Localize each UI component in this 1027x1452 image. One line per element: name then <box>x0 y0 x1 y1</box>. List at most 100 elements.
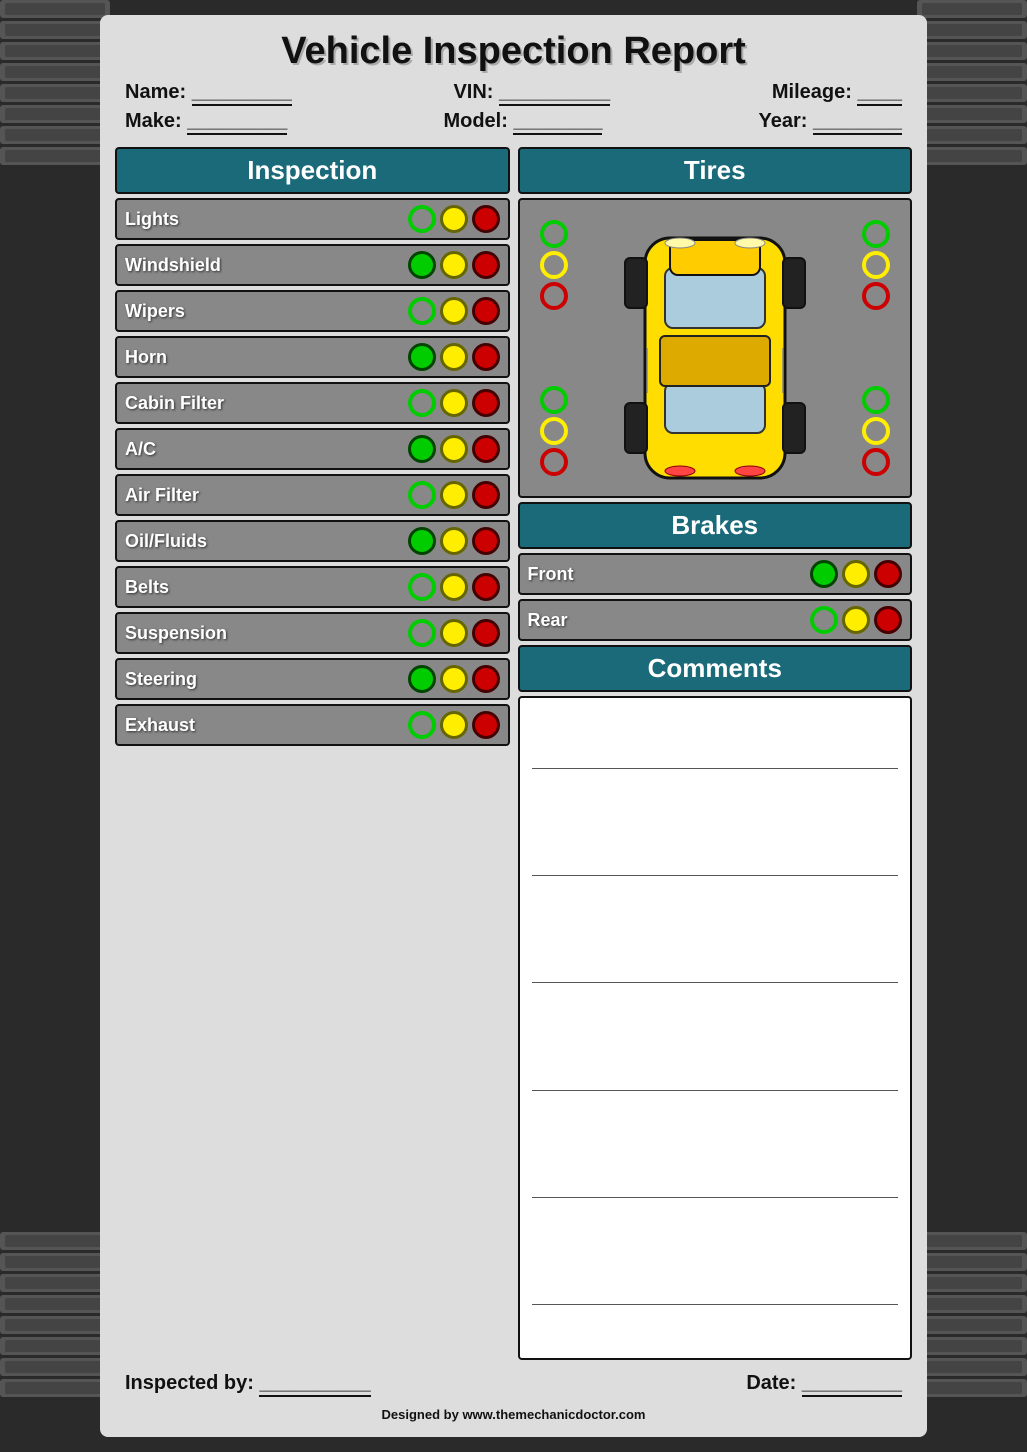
brakes-front-row: Front <box>518 553 913 595</box>
inspection-label-2: Wipers <box>125 301 185 322</box>
inspection-circle-11-1[interactable] <box>440 711 468 739</box>
inspection-circle-10-1[interactable] <box>440 665 468 693</box>
tread-left-bottom <box>0 1232 110 1452</box>
inspection-label-11: Exhaust <box>125 715 195 736</box>
inspection-row-2: Wipers <box>115 290 510 332</box>
inspection-circle-1-2[interactable] <box>472 251 500 279</box>
year-label: Year: <box>759 110 808 132</box>
inspection-circle-0-1[interactable] <box>440 205 468 233</box>
inspection-circle-6-1[interactable] <box>440 481 468 509</box>
inspection-circle-6-2[interactable] <box>472 481 500 509</box>
brakes-rear-circle-3[interactable] <box>874 606 902 634</box>
comment-line-1 <box>532 751 899 769</box>
inspection-circle-11-2[interactable] <box>472 711 500 739</box>
brakes-front-circle-3[interactable] <box>874 560 902 588</box>
vin-value[interactable]: __________ <box>499 81 610 106</box>
inspection-circle-1-0[interactable] <box>408 251 436 279</box>
inspection-circle-2-0[interactable] <box>408 297 436 325</box>
inspection-circle-2-2[interactable] <box>472 297 500 325</box>
brakes-front-circle-2[interactable] <box>842 560 870 588</box>
mileage-label: Mileage: <box>772 81 852 103</box>
inspection-row-5: A/C <box>115 428 510 470</box>
inspection-circle-3-2[interactable] <box>472 343 500 371</box>
model-label: Model: <box>443 110 507 132</box>
inspection-row-11: Exhaust <box>115 704 510 746</box>
header-row-1: Name: _________ VIN: __________ Mileage:… <box>115 81 912 106</box>
inspection-row-3: Horn <box>115 336 510 378</box>
inspection-label-10: Steering <box>125 669 197 690</box>
brakes-front-circles <box>810 560 902 588</box>
inspection-circle-7-2[interactable] <box>472 527 500 555</box>
inspection-circles-0 <box>408 205 500 233</box>
inspection-circle-0-2[interactable] <box>472 205 500 233</box>
inspection-circles-9 <box>408 619 500 647</box>
tread-right-bottom <box>917 1232 1027 1452</box>
year-value[interactable]: ________ <box>813 110 902 135</box>
inspection-circles-7 <box>408 527 500 555</box>
tire-front-right <box>862 220 890 310</box>
inspection-circle-2-1[interactable] <box>440 297 468 325</box>
tires-section <box>518 198 913 498</box>
tire-front-left <box>540 220 568 310</box>
brakes-rear-label: Rear <box>528 610 568 631</box>
inspection-label-4: Cabin Filter <box>125 393 224 414</box>
inspection-circles-5 <box>408 435 500 463</box>
inspection-circle-9-1[interactable] <box>440 619 468 647</box>
inspection-circles-10 <box>408 665 500 693</box>
body-columns: Inspection LightsWindshieldWipersHornCab… <box>115 147 912 1360</box>
tread-right-top <box>917 0 1027 220</box>
inspection-circle-1-1[interactable] <box>440 251 468 279</box>
inspection-circle-11-0[interactable] <box>408 711 436 739</box>
inspection-circle-5-0[interactable] <box>408 435 436 463</box>
tire-fr-circle-2 <box>862 251 890 279</box>
inspection-circle-8-2[interactable] <box>472 573 500 601</box>
brakes-rear-row: Rear <box>518 599 913 641</box>
date-value[interactable]: _________ <box>802 1372 902 1397</box>
inspection-circle-10-2[interactable] <box>472 665 500 693</box>
tire-fl-circle-3 <box>540 282 568 310</box>
comments-area[interactable] <box>518 696 913 1360</box>
inspected-by-field: Inspected by: __________ <box>125 1372 371 1397</box>
header-row-2: Make: _________ Model: ________ Year: __… <box>115 110 912 135</box>
comment-line-4 <box>532 1073 899 1091</box>
inspection-label-5: A/C <box>125 439 156 460</box>
inspection-circle-7-1[interactable] <box>440 527 468 555</box>
name-value[interactable]: _________ <box>192 81 292 106</box>
mileage-value[interactable]: ____ <box>857 81 902 106</box>
inspection-circle-0-0[interactable] <box>408 205 436 233</box>
tire-rl-circle-2 <box>540 417 568 445</box>
make-value[interactable]: _________ <box>187 110 287 135</box>
inspection-label-0: Lights <box>125 209 179 230</box>
inspection-circle-6-0[interactable] <box>408 481 436 509</box>
inspection-circle-7-0[interactable] <box>408 527 436 555</box>
inspection-circle-3-1[interactable] <box>440 343 468 371</box>
inspection-circle-4-2[interactable] <box>472 389 500 417</box>
inspection-circle-5-1[interactable] <box>440 435 468 463</box>
brakes-front-circle-1[interactable] <box>810 560 838 588</box>
inspection-circle-8-1[interactable] <box>440 573 468 601</box>
page-title: Vehicle Inspection Report <box>115 30 912 73</box>
inspection-circle-9-2[interactable] <box>472 619 500 647</box>
inspection-row-8: Belts <box>115 566 510 608</box>
inspection-circle-4-1[interactable] <box>440 389 468 417</box>
inspection-circle-10-0[interactable] <box>408 665 436 693</box>
tire-rl-circle-3 <box>540 448 568 476</box>
inspection-circles-1 <box>408 251 500 279</box>
inspection-circle-5-2[interactable] <box>472 435 500 463</box>
model-value[interactable]: ________ <box>513 110 602 135</box>
inspection-circle-3-0[interactable] <box>408 343 436 371</box>
inspected-by-value[interactable]: __________ <box>259 1372 370 1397</box>
tire-fl-circle-1 <box>540 220 568 248</box>
inspection-circle-4-0[interactable] <box>408 389 436 417</box>
brakes-rear-circle-2[interactable] <box>842 606 870 634</box>
inspection-row-7: Oil/Fluids <box>115 520 510 562</box>
inspection-rows: LightsWindshieldWipersHornCabin FilterA/… <box>115 198 510 746</box>
brakes-front-label: Front <box>528 564 574 585</box>
inspection-circles-8 <box>408 573 500 601</box>
inspection-circle-8-0[interactable] <box>408 573 436 601</box>
brakes-rear-circle-1[interactable] <box>810 606 838 634</box>
main-container: Vehicle Inspection Report Name: ________… <box>100 15 927 1437</box>
date-label: Date: <box>746 1372 796 1394</box>
car-image <box>615 218 815 478</box>
inspection-circle-9-0[interactable] <box>408 619 436 647</box>
